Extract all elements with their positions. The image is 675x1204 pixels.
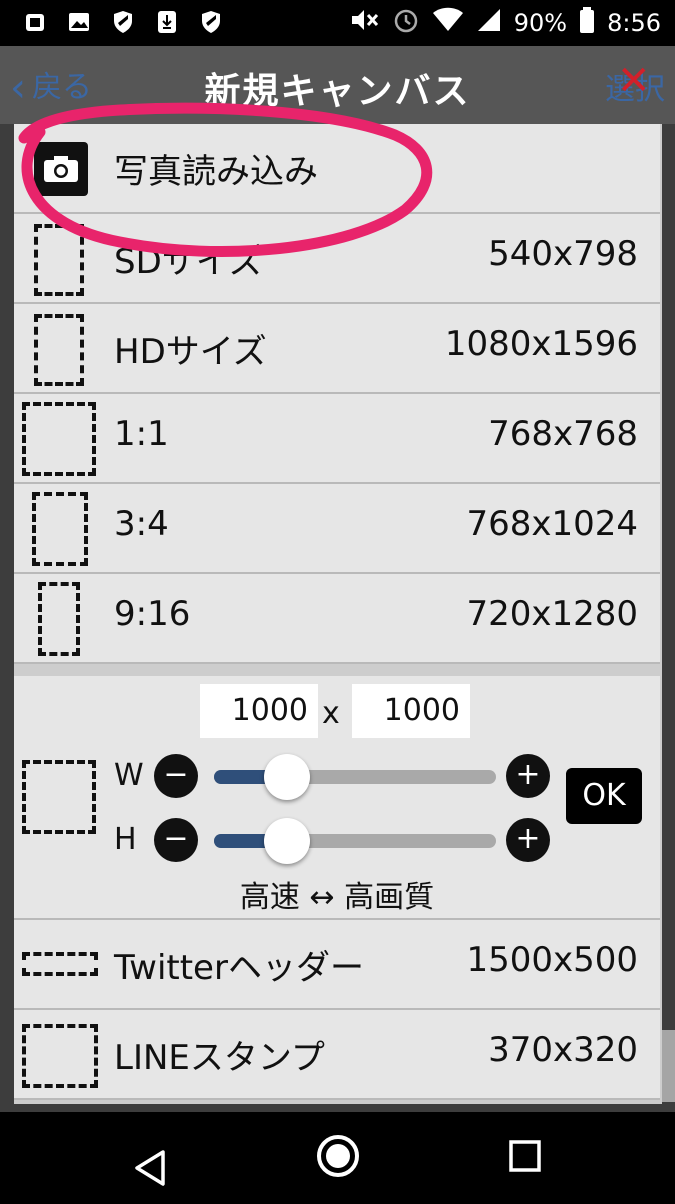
preset-label: 1:1 [114,414,169,454]
height-slider[interactable] [214,834,496,848]
height-minus-button[interactable]: − [154,818,198,862]
preset-size: 370x320 [488,1030,638,1070]
home-nav-icon[interactable] [317,1135,359,1177]
ok-button[interactable]: OK [566,768,642,824]
battery-percent: 90% [513,9,568,37]
back-nav-icon[interactable] [135,1150,165,1186]
height-plus-button[interactable]: + [506,818,550,862]
preset-label: Twitterヘッダー [114,948,364,988]
width-label: W [114,758,144,793]
portrait-frame-icon [34,314,84,386]
height-label: H [114,822,137,857]
portrait-frame-icon [34,224,84,296]
square-frame-icon [22,402,96,476]
alarm-icon [392,6,420,40]
shield-icon [110,8,136,36]
width-plus-button[interactable]: + [506,754,550,798]
preset-hd-row[interactable]: HDサイズ 1080x1596 [14,304,660,394]
preset-square-row[interactable]: 1:1 768x768 [14,394,660,484]
download-icon [154,8,180,36]
portrait-frame-icon [32,492,88,566]
preset-label: HDサイズ [114,332,267,372]
camera-icon [34,142,88,196]
preset-size: 768x768 [488,414,638,454]
height-input[interactable]: 1000 [352,684,470,738]
preset-size: 768x1024 [466,504,638,544]
status-bar: 90% 8:56 [0,0,675,46]
navigation-bar [0,1112,675,1200]
tall-frame-icon [38,582,80,656]
preset-size: 1500x500 [466,940,638,980]
battery-icon [579,6,595,40]
preset-label: 9:16 [114,594,191,634]
preset-twitter-row[interactable]: Twitterヘッダー 1500x500 [14,920,660,1010]
height-slider-knob[interactable] [264,818,311,864]
photo-import-row[interactable]: 写真読み込み [14,124,660,214]
preset-line-row[interactable]: LINEスタンプ 370x320 [14,1010,660,1100]
dialog-title: 新規キャンバス [204,71,471,112]
mute-icon [350,7,380,39]
size-separator: x [322,696,340,731]
width-slider-knob[interactable] [264,754,311,800]
new-canvas-dialog: 写真読み込み SDサイズ 540x798 HDサイズ 1080x1596 1:1… [14,124,662,1104]
preset-label: SDサイズ [114,242,263,282]
signal-icon [476,7,502,39]
background-strip [662,1030,675,1102]
preset-size: 1080x1596 [444,324,638,364]
notification-icon [22,8,48,36]
landscape-frame-icon [22,1024,98,1088]
custom-size-panel: 1000 x 1000 W − + H − + OK 高速 ↔ 高画質 [14,676,660,920]
preset-sd-row[interactable]: SDサイズ 540x798 [14,214,660,304]
preset-3-4-row[interactable]: 3:4 768x1024 [14,484,660,574]
quality-caption: 高速 ↔ 高画質 [239,880,435,915]
width-slider[interactable] [214,770,496,784]
preset-9-16-row[interactable]: 9:16 720x1280 [14,574,660,664]
width-minus-button[interactable]: − [154,754,198,798]
clock: 8:56 [607,9,661,37]
preset-size: 720x1280 [466,594,638,634]
image-icon [66,8,92,36]
shield-icon [198,8,224,36]
wide-frame-icon [22,952,98,976]
preset-label: 3:4 [114,504,169,544]
width-input[interactable]: 1000 [200,684,318,738]
preset-size: 540x798 [488,234,638,274]
preset-label: LINEスタンプ [114,1038,325,1078]
recents-nav-icon[interactable] [509,1140,541,1172]
wifi-icon [432,7,464,39]
photo-import-label: 写真読み込み [114,152,318,192]
square-frame-icon [22,760,96,834]
